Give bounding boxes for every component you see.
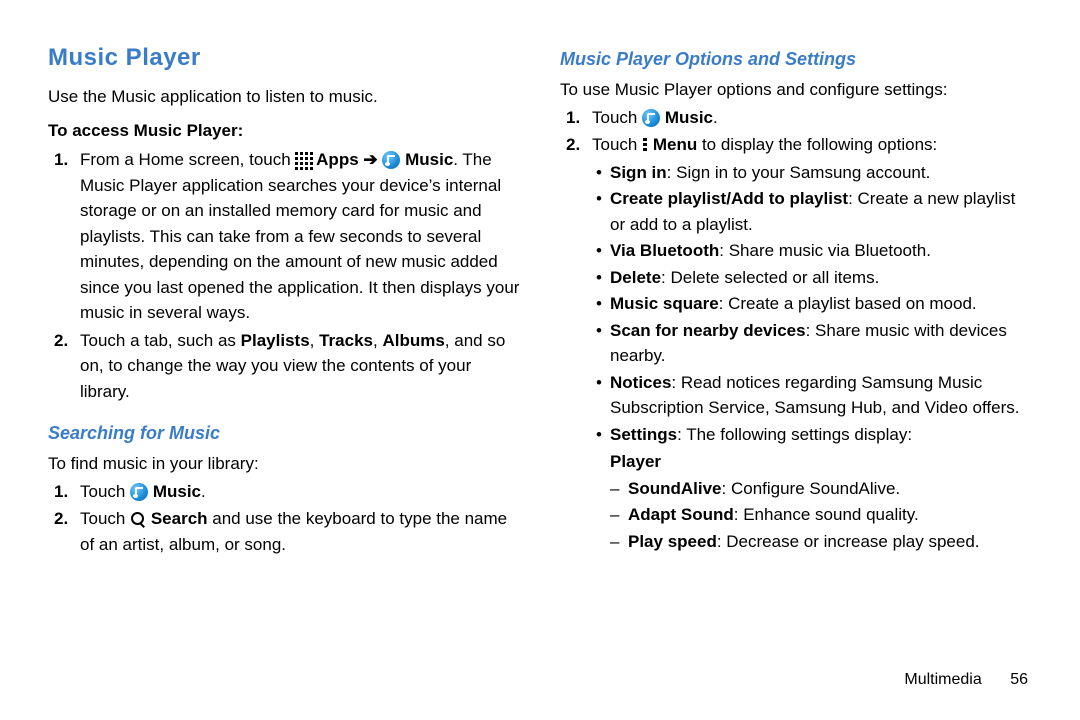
step-number: 1.	[48, 147, 80, 326]
label: Notices	[610, 373, 671, 392]
step-number: 1.	[48, 479, 80, 505]
left-column: Music Player Use the Music application t…	[48, 40, 520, 559]
label: Adapt Sound	[628, 505, 734, 524]
desc: : Configure SoundAlive.	[722, 479, 901, 498]
menu-options-list: Sign in: Sign in to your Samsung account…	[592, 160, 1032, 555]
heading-searching: Searching for Music	[48, 420, 520, 447]
opt-sign-in: Sign in: Sign in to your Samsung account…	[592, 160, 1032, 186]
player-subheading: Player	[610, 449, 1032, 475]
albums-label: Albums	[382, 331, 444, 350]
desc: : Delete selected or all items.	[661, 268, 879, 287]
text: .	[201, 482, 206, 501]
step-number: 1.	[560, 105, 592, 131]
desc: : Create a playlist based on mood.	[719, 294, 977, 313]
page-number: 56	[1010, 671, 1028, 688]
search-icon	[130, 511, 146, 527]
label: Settings	[610, 425, 677, 444]
two-column-layout: Music Player Use the Music application t…	[48, 40, 1032, 559]
access-step-1: 1. From a Home screen, touch Apps ➔ Mus	[48, 147, 520, 326]
desc: : Decrease or increase play speed.	[717, 532, 980, 551]
step-body: Touch Music.	[80, 479, 520, 505]
music-app-icon	[382, 151, 400, 169]
apps-grid-icon	[295, 152, 311, 168]
menu-icon	[642, 137, 648, 153]
opt-via-bluetooth: Via Bluetooth: Share music via Bluetooth…	[592, 238, 1032, 264]
desc: : Enhance sound quality.	[734, 505, 919, 524]
label: Via Bluetooth	[610, 241, 719, 260]
text: Touch	[592, 108, 642, 127]
text: Touch	[80, 482, 130, 501]
search-intro: To find music in your library:	[48, 451, 520, 477]
heading-music-player: Music Player	[48, 40, 520, 76]
options-steps: 1. Touch Music. 2. Touch Menu to di	[560, 105, 1032, 557]
step-number: 2.	[48, 506, 80, 557]
opt-create-playlist: Create playlist/Add to playlist: Create …	[592, 186, 1032, 237]
access-label: To access Music Player:	[48, 118, 520, 144]
apps-label: Apps	[316, 150, 359, 169]
search-steps: 1. Touch Music. 2. Touch Search and use …	[48, 479, 520, 558]
set-adapt-sound: Adapt Sound: Enhance sound quality.	[610, 502, 1032, 528]
step-body: Touch Music.	[592, 105, 1032, 131]
playlists-label: Playlists	[241, 331, 310, 350]
text: . The Music Player application searches …	[80, 150, 519, 322]
page-footer: Multimedia 56	[904, 668, 1028, 692]
options-intro: To use Music Player options and configur…	[560, 77, 1032, 103]
arrow-icon: ➔	[363, 150, 382, 169]
options-step-2: 2. Touch Menu to display the following o…	[560, 132, 1032, 556]
step-body: Touch a tab, such as Playlists, Tracks, …	[80, 328, 520, 405]
set-soundalive: SoundAlive: Configure SoundAlive.	[610, 476, 1032, 502]
music-label: Music	[665, 108, 713, 127]
search-step-2: 2. Touch Search and use the keyboard to …	[48, 506, 520, 557]
desc: : Read notices regarding Samsung Music S…	[610, 373, 1020, 418]
label: Create playlist/Add to playlist	[610, 189, 848, 208]
text: Touch	[80, 509, 130, 528]
step-body: Touch Menu to display the following opti…	[592, 132, 1032, 556]
label: Sign in	[610, 163, 667, 182]
menu-label: Menu	[653, 135, 697, 154]
text: ,	[310, 331, 319, 350]
opt-notices: Notices: Read notices regarding Samsung …	[592, 370, 1032, 421]
player-settings-list: SoundAlive: Configure SoundAlive. Adapt …	[610, 476, 1032, 555]
step-body: Touch Search and use the keyboard to typ…	[80, 506, 520, 557]
right-column: Music Player Options and Settings To use…	[560, 40, 1032, 559]
access-step-2: 2. Touch a tab, such as Playlists, Track…	[48, 328, 520, 405]
section-name: Multimedia	[904, 671, 981, 688]
access-steps: 1. From a Home screen, touch Apps ➔ Mus	[48, 147, 520, 404]
desc: : Share music via Bluetooth.	[719, 241, 931, 260]
tracks-label: Tracks	[319, 331, 373, 350]
opt-delete: Delete: Delete selected or all items.	[592, 265, 1032, 291]
desc: : The following settings display:	[677, 425, 912, 444]
label: Scan for nearby devices	[610, 321, 806, 340]
opt-scan-nearby: Scan for nearby devices: Share music wit…	[592, 318, 1032, 369]
desc: : Sign in to your Samsung account.	[667, 163, 931, 182]
opt-music-square: Music square: Create a playlist based on…	[592, 291, 1032, 317]
search-label: Search	[151, 509, 208, 528]
music-label: Music	[405, 150, 453, 169]
heading-options: Music Player Options and Settings	[560, 46, 1032, 73]
music-app-icon	[642, 109, 660, 127]
text: Touch a tab, such as	[80, 331, 241, 350]
text: to display the following options:	[697, 135, 937, 154]
label: SoundAlive	[628, 479, 722, 498]
label: Play speed	[628, 532, 717, 551]
text: .	[713, 108, 718, 127]
manual-page: Music Player Use the Music application t…	[0, 0, 1080, 720]
step-number: 2.	[560, 132, 592, 556]
label: Music square	[610, 294, 719, 313]
intro-paragraph: Use the Music application to listen to m…	[48, 84, 520, 110]
step-number: 2.	[48, 328, 80, 405]
opt-settings: Settings: The following settings display…	[592, 422, 1032, 555]
text: From a Home screen, touch	[80, 150, 295, 169]
step-body: From a Home screen, touch Apps ➔ Music. …	[80, 147, 520, 326]
set-play-speed: Play speed: Decrease or increase play sp…	[610, 529, 1032, 555]
label: Delete	[610, 268, 661, 287]
music-app-icon	[130, 483, 148, 501]
music-label: Music	[153, 482, 201, 501]
options-step-1: 1. Touch Music.	[560, 105, 1032, 131]
search-step-1: 1. Touch Music.	[48, 479, 520, 505]
text: Touch	[592, 135, 642, 154]
